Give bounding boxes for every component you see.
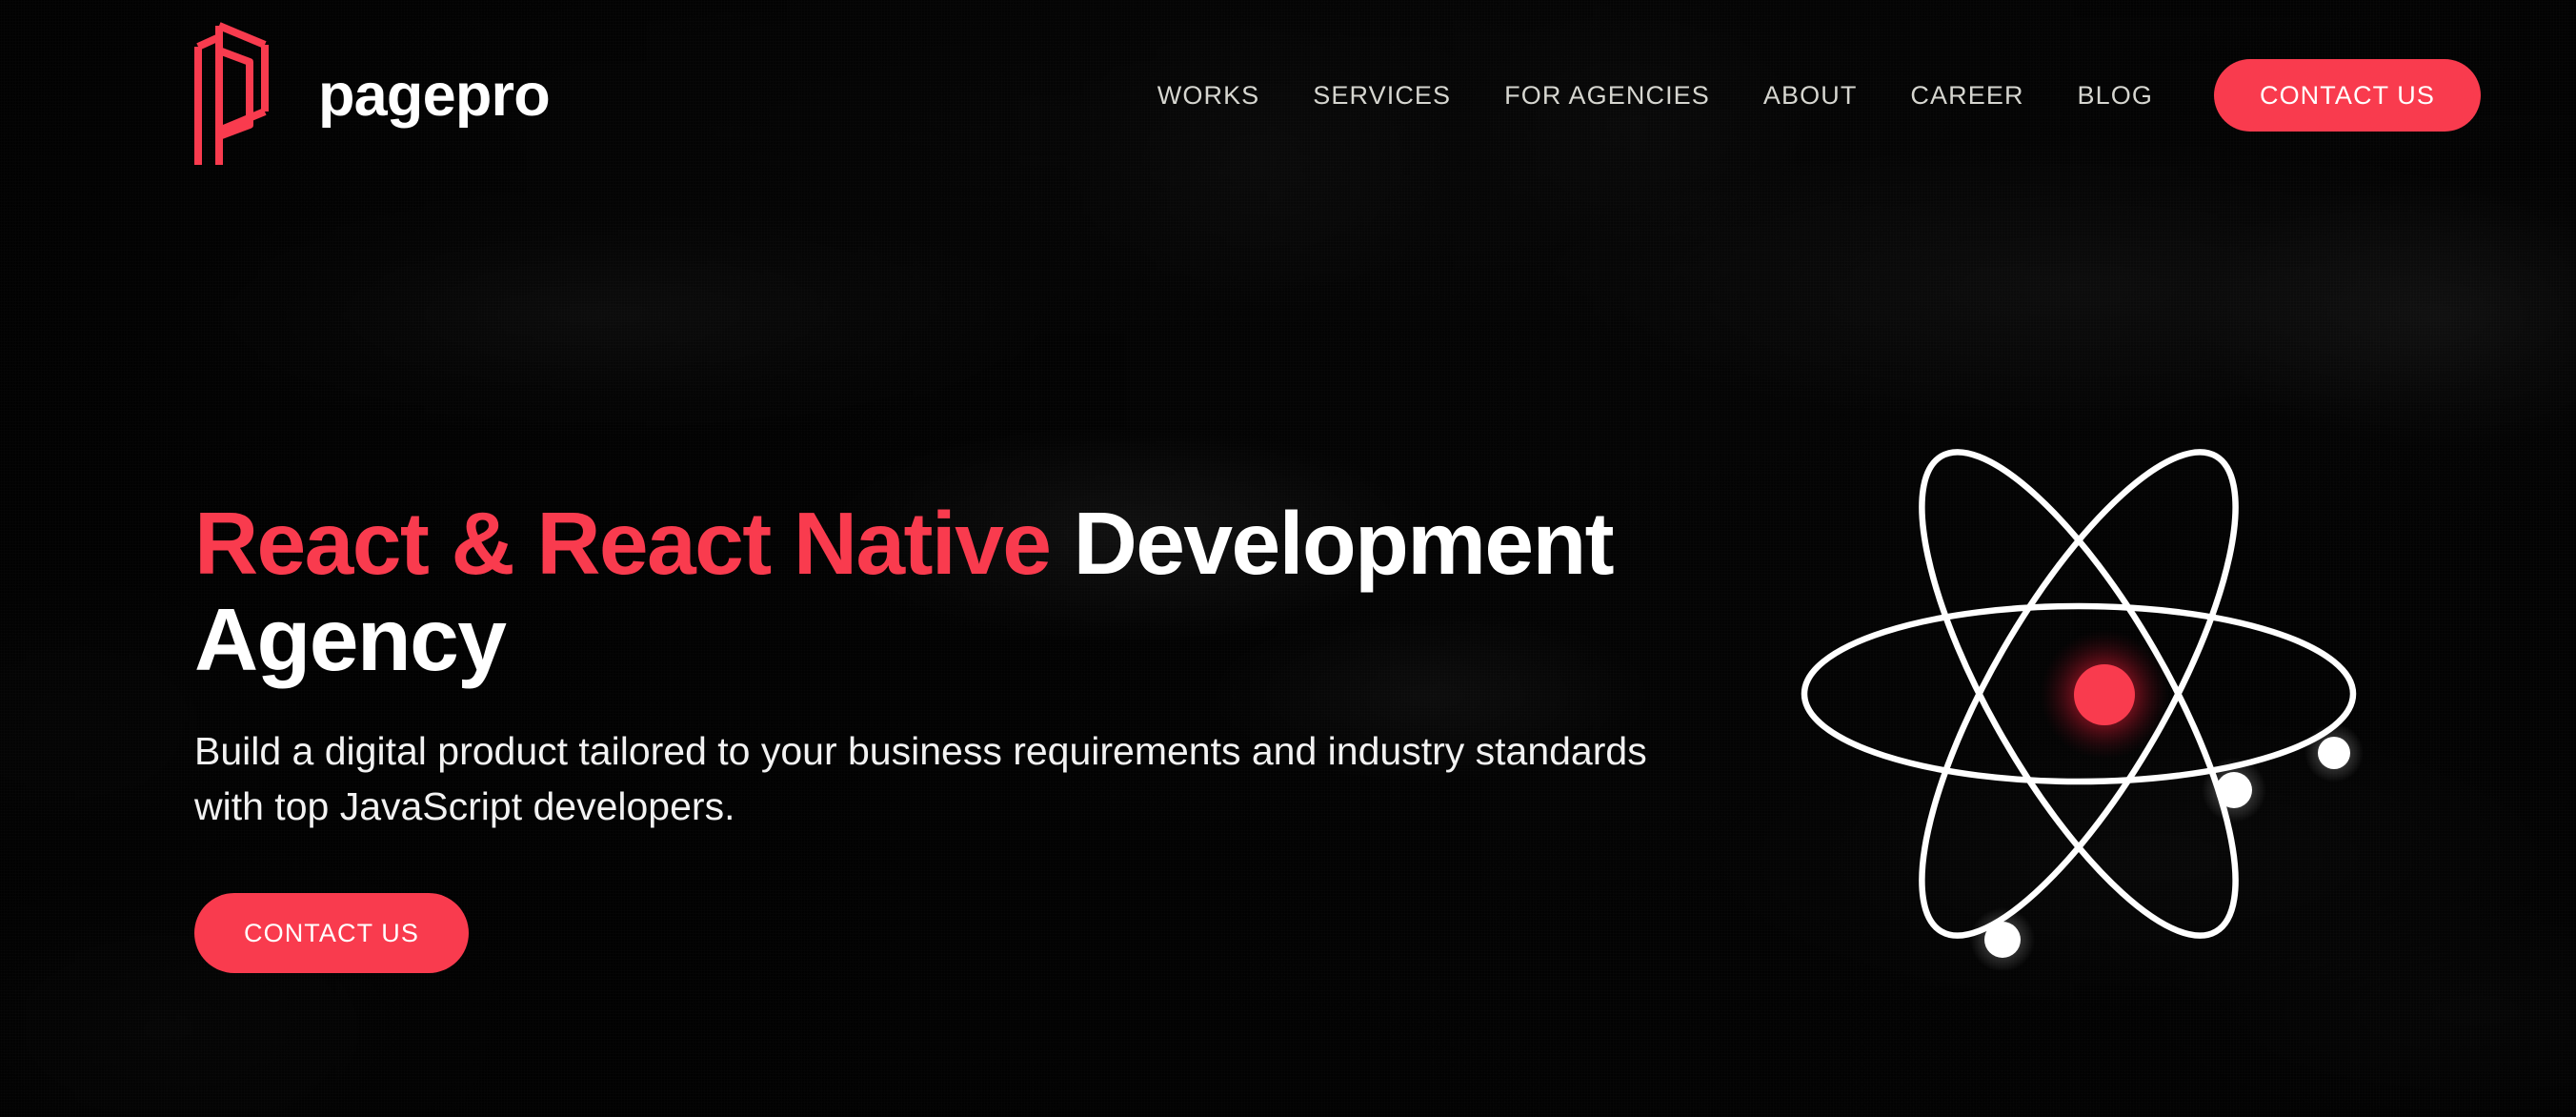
hero-subtitle: Build a digital product tailored to your…	[194, 728, 1647, 828]
hero-section: pagepro WORKS SERVICES FOR AGENCIES ABOU…	[0, 0, 2576, 1117]
hero-content: React & React Native Development Agency …	[194, 494, 1757, 974]
brand-logo-link[interactable]: pagepro	[191, 18, 551, 173]
nav-item-about[interactable]: ABOUT	[1737, 81, 1884, 111]
nav-item-works[interactable]: WORKS	[1131, 81, 1287, 111]
nav-item-for-agencies[interactable]: FOR AGENCIES	[1478, 81, 1737, 111]
brand-name: pagepro	[318, 61, 551, 129]
pagepro-logo-icon	[191, 18, 290, 173]
nav-item-services[interactable]: SERVICES	[1286, 81, 1478, 111]
nav-item-career[interactable]: CAREER	[1883, 81, 2050, 111]
site-header: pagepro WORKS SERVICES FOR AGENCIES ABOU…	[0, 0, 2576, 191]
primary-navigation: WORKS SERVICES FOR AGENCIES ABOUT CAREER…	[1131, 59, 2481, 132]
hero-headline-accent: React & React Native	[194, 494, 1052, 593]
hero-contact-us-button[interactable]: CONTACT US	[194, 893, 470, 974]
hero-headline: React & React Native Development Agency	[194, 494, 1738, 689]
nav-item-blog[interactable]: BLOG	[2051, 81, 2180, 111]
header-contact-us-button[interactable]: CONTACT US	[2213, 59, 2481, 132]
